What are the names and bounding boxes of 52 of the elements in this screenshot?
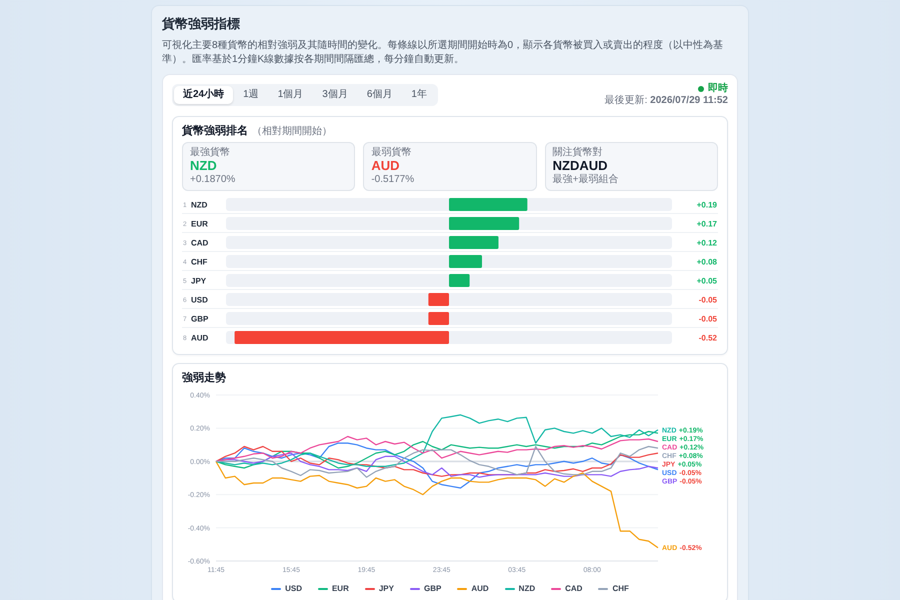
currency-code: AUD xyxy=(191,334,208,343)
strength-bar xyxy=(428,312,449,326)
legend-label: USD xyxy=(285,583,302,596)
summary-label: 關注貨幣對 xyxy=(552,147,604,160)
strength-bar xyxy=(449,236,498,250)
period-tab[interactable]: 1年 xyxy=(402,86,436,104)
legend-label: NZD xyxy=(518,583,536,596)
strength-bar xyxy=(449,217,520,230)
legend-label: JPY xyxy=(378,583,394,596)
bar-value-label: +0.08 xyxy=(696,258,717,267)
summary-detail: 最強+最弱組合 xyxy=(552,174,620,186)
legend-label: CAD xyxy=(565,583,582,596)
summary-currency: AUD xyxy=(371,159,400,174)
currency-code: CAD xyxy=(191,238,208,248)
period-tab[interactable]: 6個月 xyxy=(358,86,402,104)
chart-title: 強弱走勢 xyxy=(182,371,227,386)
period-tab[interactable]: 1個月 xyxy=(268,86,312,104)
last-updated-text: 最後更新: 2026/07/29 11:52 xyxy=(604,95,728,108)
period-tab[interactable]: 近24小時 xyxy=(174,86,234,104)
bar-value-label: -0.05 xyxy=(698,296,717,305)
page-title: 貨幣強弱指標 xyxy=(162,16,241,33)
summary-label: 最強貨幣 xyxy=(190,147,231,160)
legend-label: EUR xyxy=(332,583,349,596)
legend-label: GBP xyxy=(424,583,442,596)
currency-code: GBP xyxy=(191,314,208,324)
legend-label: CHF xyxy=(612,583,629,596)
summary-detail: +0.1870% xyxy=(190,174,236,186)
bar-value-label: +0.19 xyxy=(696,200,717,210)
strength-bar xyxy=(428,293,449,306)
summary-currency: NZD xyxy=(190,159,218,174)
bar-value-label: -0.05 xyxy=(698,314,717,324)
legend-label: AUD xyxy=(471,583,489,596)
bar-value-label: -0.52 xyxy=(698,334,717,343)
currency-code: NZD xyxy=(191,200,208,210)
ranking-title: 貨幣強弱排名 xyxy=(182,124,248,138)
bar-value-label: +0.05 xyxy=(696,276,717,286)
period-tab[interactable]: 3個月 xyxy=(313,86,357,104)
live-status-label: 即時 xyxy=(708,82,728,96)
page-description: 可視化主要8種貨幣的相對強弱及其隨時間的變化。每條線以所選期間開始時為0，顯示各貨幣被買入或賣出的程度（以中性為基準）。匯率基於1分鐘K線數據按各期間間隔匯總，每分鐘自動更新。 xyxy=(162,38,724,68)
currency-code: USD xyxy=(191,296,208,305)
strength-bar xyxy=(449,255,482,268)
summary-label: 最弱貨幣 xyxy=(371,147,412,160)
bar-value-label: +0.17 xyxy=(696,220,717,229)
currency-code: JPY xyxy=(191,276,206,286)
bar-value-label: +0.12 xyxy=(696,238,717,248)
summary-detail: -0.5177% xyxy=(371,174,416,186)
ranking-subtitle: （相對期間開始） xyxy=(252,124,332,138)
period-tab[interactable]: 1週 xyxy=(234,86,268,104)
currency-code: EUR xyxy=(191,220,208,229)
summary-currency: NZDAUD xyxy=(552,159,609,174)
strength-bar xyxy=(449,274,470,288)
currency-code: CHF xyxy=(191,258,208,267)
